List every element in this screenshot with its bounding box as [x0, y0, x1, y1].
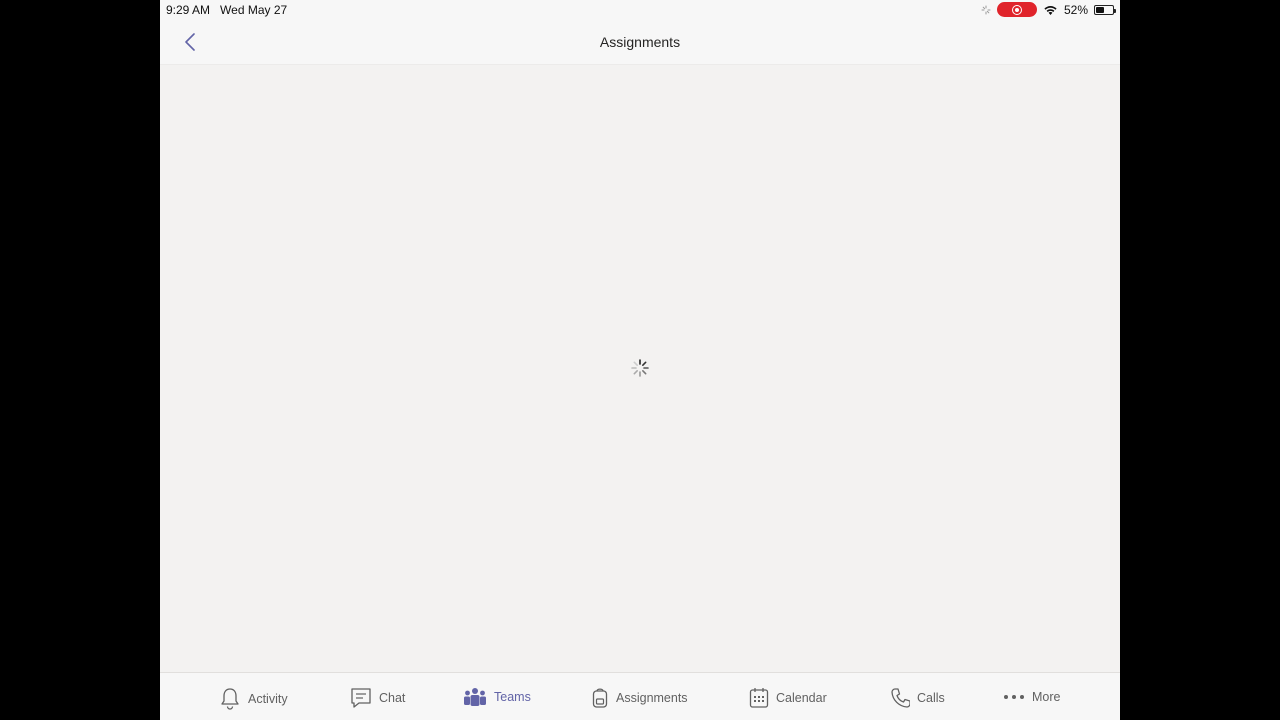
- tab-calendar[interactable]: Calendar: [749, 687, 827, 709]
- spinner-icon: [631, 359, 649, 377]
- tab-more[interactable]: More: [1003, 687, 1060, 707]
- battery-percent: 52%: [1063, 2, 1088, 17]
- battery-level: [1096, 6, 1105, 13]
- tab-chat[interactable]: Chat: [350, 687, 405, 709]
- status-date: Wed May 27: [220, 3, 288, 17]
- teams-icon: [464, 688, 486, 706]
- bell-icon: [221, 688, 239, 710]
- tab-assignments-label: Assignments: [616, 691, 688, 705]
- chat-icon: [351, 688, 371, 708]
- navigation-bar: Assignments: [160, 20, 1120, 65]
- tab-teams[interactable]: Teams: [463, 687, 531, 707]
- wifi-icon: [1044, 5, 1057, 15]
- tab-bar: Activity Chat Teams Assignments Calendar…: [160, 672, 1120, 720]
- backpack-icon: [592, 688, 608, 708]
- page-title: Assignments: [599, 34, 681, 50]
- activity-spinner-icon: [981, 5, 991, 14]
- battery-icon: [1094, 4, 1116, 15]
- device-screen: 9:29 AM Wed May 27 52% Assignments Activ…: [160, 0, 1120, 720]
- content-area: [160, 66, 1120, 672]
- calendar-icon: [749, 688, 769, 708]
- status-bar: 9:29 AM Wed May 27 52%: [160, 0, 1120, 20]
- tab-chat-label: Chat: [379, 691, 406, 705]
- tab-activity[interactable]: Activity: [219, 687, 288, 711]
- tab-calendar-label: Calendar: [776, 691, 827, 705]
- more-icon: [1004, 695, 1024, 699]
- tab-assignments[interactable]: Assignments: [591, 687, 688, 709]
- tab-more-label: More: [1032, 690, 1061, 704]
- status-time: 9:29 AM: [166, 3, 211, 17]
- tab-calls[interactable]: Calls: [890, 687, 945, 709]
- tab-teams-label: Teams: [494, 690, 531, 704]
- tab-activity-label: Activity: [248, 692, 288, 706]
- phone-icon: [891, 688, 910, 708]
- tab-calls-label: Calls: [917, 691, 945, 705]
- screen-recording-icon[interactable]: [996, 2, 1037, 17]
